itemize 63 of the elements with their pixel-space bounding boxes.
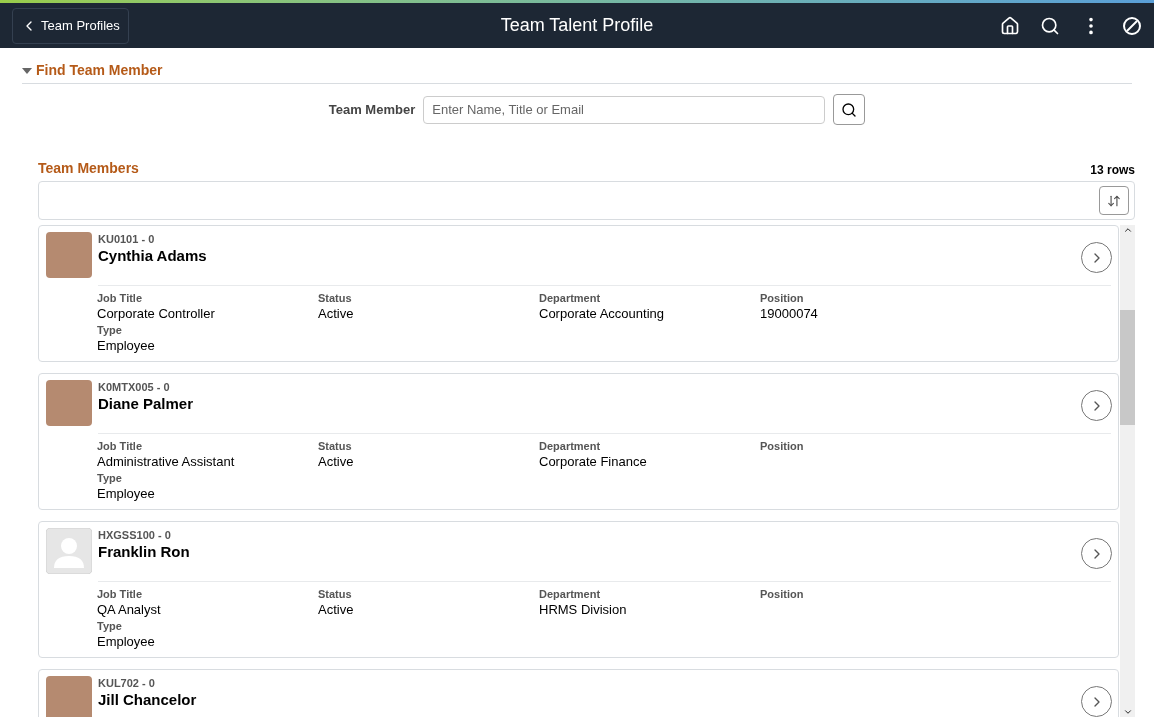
- field-label: Position: [760, 440, 805, 453]
- field-label: Team Member: [328, 100, 416, 119]
- photo-placeholder: [46, 232, 92, 278]
- field-label: Job Title: [97, 588, 144, 601]
- field-value: 19000074: [760, 305, 819, 322]
- field-label: Department: [539, 440, 602, 453]
- person-silhouette-icon: [46, 528, 92, 574]
- sort-icon: [1107, 193, 1121, 208]
- member-name: Cynthia Adams: [98, 246, 207, 266]
- member-id: HXGSS100 - 0: [98, 528, 171, 542]
- section-title[interactable]: Find Team Member: [36, 60, 163, 81]
- field-label: Department: [539, 292, 602, 305]
- page-title: Team Talent Profile: [500, 14, 654, 37]
- scrollbar[interactable]: [1120, 225, 1135, 717]
- field-value: Corporate Accounting: [539, 305, 666, 322]
- field-value: Employee: [97, 633, 156, 650]
- field-value: QA Analyst: [97, 601, 162, 618]
- scrollbar-thumb[interactable]: [1120, 310, 1135, 425]
- field-label: Position: [760, 292, 805, 305]
- field-label: Type: [97, 620, 123, 633]
- search-icon: [841, 101, 858, 118]
- member-id: K0MTX005 - 0: [98, 380, 170, 394]
- field-value: Active: [318, 453, 355, 470]
- slashed-circle-icon[interactable]: [1122, 15, 1142, 36]
- field-value: Corporate Controller: [97, 305, 216, 322]
- member-name: Diane Palmer: [98, 394, 194, 414]
- field-value: Employee: [97, 485, 156, 502]
- sort-button[interactable]: [1099, 186, 1129, 215]
- field-label: Job Title: [97, 440, 144, 453]
- list-title: Team Members: [38, 159, 139, 178]
- member-card[interactable]: KUL702 - 0 Jill Chancelor: [38, 669, 1119, 717]
- field-value: Administrative Assistant: [97, 453, 236, 470]
- field-value: Active: [318, 601, 355, 618]
- back-button[interactable]: Team Profiles: [12, 7, 129, 44]
- field-label: Type: [97, 472, 123, 485]
- search-field[interactable]: Enter Name, Title or Email: [423, 95, 826, 124]
- field-label: Position: [760, 588, 805, 601]
- member-card[interactable]: K0MTX005 - 0 Diane Palmer Job Title Administrative Assistant Status Active Department Corporate Finance Position Type Employee: [38, 373, 1119, 510]
- photo-placeholder: [46, 676, 92, 717]
- scroll-up-icon[interactable]: [1122, 225, 1133, 235]
- home-icon[interactable]: [1000, 15, 1020, 36]
- field-value: Employee: [97, 337, 156, 354]
- field-value: HRMS Division: [539, 601, 628, 618]
- search-button[interactable]: [833, 94, 866, 125]
- field-label: Department: [539, 588, 602, 601]
- field-label: Status: [318, 588, 353, 601]
- member-card[interactable]: HXGSS100 - 0 Franklin Ron Job Title QA Analyst Status Active Department HRMS Division Position Type Employee: [38, 521, 1119, 658]
- field-label: Status: [318, 440, 353, 453]
- member-name: Franklin Ron: [98, 542, 190, 562]
- field-value: Corporate Finance: [539, 453, 648, 470]
- collapse-triangle-icon[interactable]: [22, 66, 32, 75]
- search-icon[interactable]: [1040, 15, 1060, 36]
- member-id: KU0101 - 0: [98, 232, 155, 246]
- photo-placeholder: [46, 380, 92, 426]
- row-count: 13 rows: [1090, 162, 1135, 179]
- member-name: Jill Chancelor: [98, 690, 197, 710]
- scroll-down-icon[interactable]: [1122, 707, 1133, 717]
- field-label: Status: [318, 292, 353, 305]
- field-label: Job Title: [97, 292, 144, 305]
- member-card[interactable]: KU0101 - 0 Cynthia Adams Job Title Corporate Controller Status Active Department Corporate Accounting Position 19000074 Type Employee: [38, 225, 1119, 362]
- field-value: Active: [318, 305, 355, 322]
- field-label: Type: [97, 324, 123, 337]
- member-id: KUL702 - 0: [98, 676, 155, 690]
